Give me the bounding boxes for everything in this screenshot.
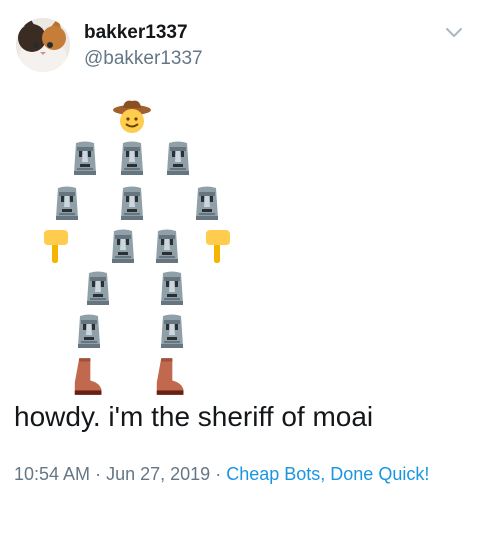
separator: ·: [215, 464, 222, 484]
moai-icon: [192, 185, 222, 221]
emoji-art: [0, 90, 480, 395]
moai-icon: [157, 270, 187, 306]
display-name[interactable]: bakker1337: [84, 22, 188, 44]
tweet-text: howdy. i'm the sheriff of moai: [14, 401, 374, 432]
tweet-meta: 10:54 AM · Jun 27, 2019 · Cheap Bots, Do…: [14, 460, 466, 488]
moai-icon: [117, 185, 147, 221]
boot-icon: [70, 356, 104, 396]
point-down-icon: [40, 228, 70, 264]
tweet-source-link[interactable]: Cheap Bots, Done Quick!: [226, 464, 429, 484]
moai-icon: [152, 228, 182, 264]
moai-icon: [74, 313, 104, 349]
moai-icon: [108, 228, 138, 264]
boot-icon: [152, 356, 186, 396]
moai-icon: [157, 313, 187, 349]
moai-icon: [117, 140, 147, 176]
moai-icon: [52, 185, 82, 221]
user-handle[interactable]: @bakker1337: [84, 48, 203, 70]
tweet-header: bakker1337 @bakker1337: [0, 0, 480, 90]
separator: ·: [95, 464, 102, 484]
moai-icon: [70, 140, 100, 176]
moai-icon: [163, 140, 193, 176]
tweet-date[interactable]: Jun 27, 2019: [106, 464, 210, 484]
avatar[interactable]: [16, 18, 70, 72]
tweet-time[interactable]: 10:54 AM: [14, 464, 90, 484]
chevron-down-icon[interactable]: [444, 22, 464, 42]
moai-icon: [83, 270, 113, 306]
point-down-icon: [202, 228, 232, 264]
cowboy-hat-face-icon: [112, 96, 152, 136]
